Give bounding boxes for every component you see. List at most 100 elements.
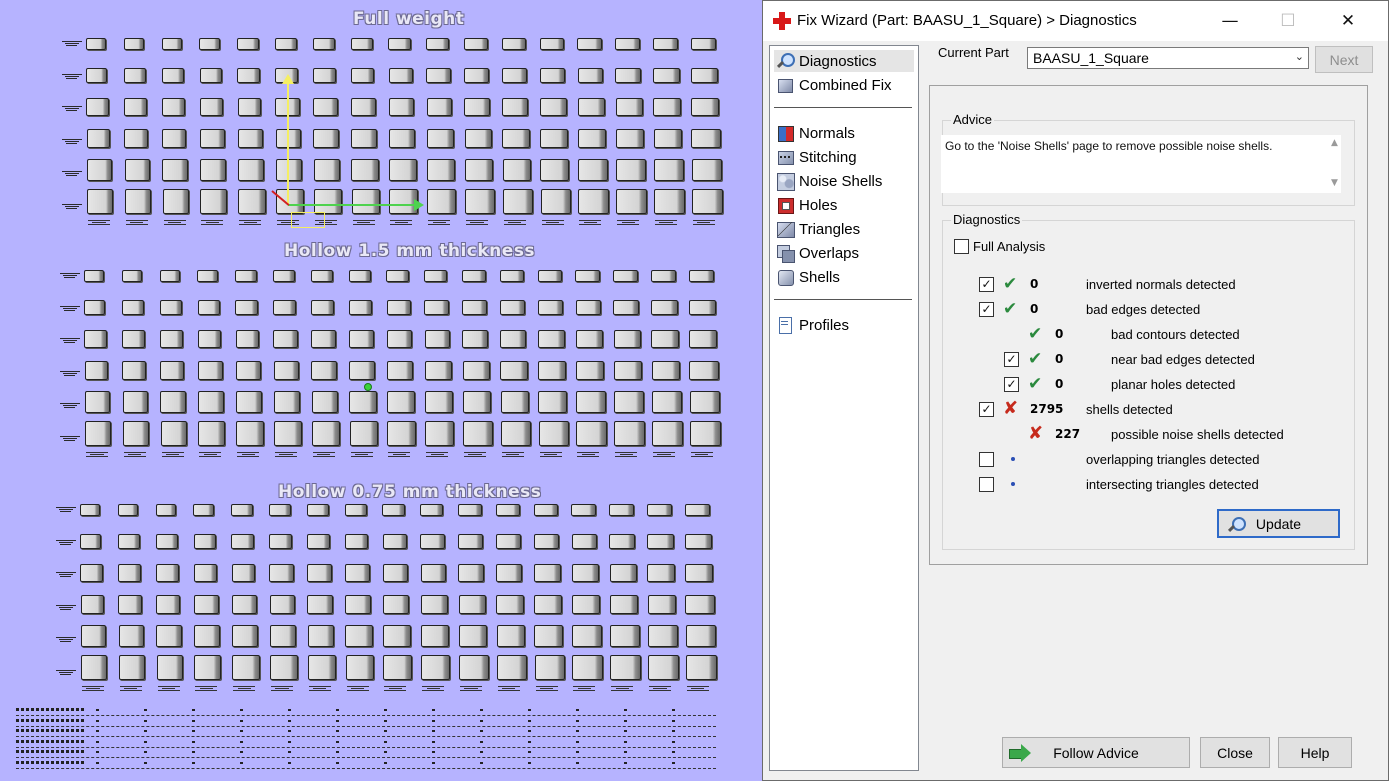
cube-part[interactable] [420,534,445,549]
cube-part[interactable] [653,98,682,116]
cube-part[interactable] [462,330,489,348]
cube-part[interactable] [273,390,301,414]
cube-part[interactable] [539,38,564,50]
cube-part[interactable] [420,594,448,615]
cube-part[interactable] [162,98,186,116]
cube-part[interactable] [688,270,715,282]
cube-part[interactable] [311,300,335,315]
cube-part[interactable] [311,390,339,414]
cube-part[interactable] [237,68,260,83]
cube-part[interactable] [653,158,684,182]
cube-part[interactable] [540,98,567,116]
cube-part[interactable] [311,421,340,446]
cube-part[interactable] [349,330,374,348]
cube-part[interactable] [200,189,228,214]
cube-part[interactable] [232,655,260,680]
cube-part[interactable] [464,128,492,149]
cube-part[interactable] [610,624,640,648]
cube-part[interactable] [500,421,531,446]
cube-part[interactable] [462,360,490,381]
cube-part[interactable] [155,504,177,516]
scroll-up-icon[interactable]: ▲ [1331,138,1338,148]
cube-part[interactable] [500,360,528,381]
cube-part[interactable] [311,330,336,348]
cube-part[interactable] [685,624,716,648]
cube-part[interactable] [577,38,602,50]
title-bar[interactable]: Fix Wizard (Part: BAASU_1_Square) > Diag… [763,1,1388,41]
cube-part[interactable] [160,330,184,348]
cube-part[interactable] [307,594,334,615]
cube-part[interactable] [199,98,224,116]
cube-part[interactable] [691,68,718,83]
cube-part[interactable] [652,421,684,446]
cube-part[interactable] [86,98,109,116]
cube-part[interactable] [615,68,642,83]
cube-part[interactable] [307,534,331,549]
cube-part[interactable] [464,98,491,116]
cube-part[interactable] [124,68,146,83]
cube-part[interactable] [651,360,681,381]
cube-part[interactable] [274,421,302,446]
cube-part[interactable] [349,360,376,381]
cube-part[interactable] [235,330,260,348]
cube-part[interactable] [575,330,603,348]
cube-part[interactable] [118,534,140,549]
cube-part[interactable] [689,330,718,348]
cube-part[interactable] [87,189,113,214]
cube-part[interactable] [502,189,533,214]
cube-part[interactable] [80,504,100,516]
cube-part[interactable] [421,624,449,648]
cube-part[interactable] [80,564,103,582]
cube-part[interactable] [496,655,527,680]
cube-part[interactable] [647,504,673,516]
cube-part[interactable] [691,158,722,182]
cube-part[interactable] [609,564,637,582]
cube-part[interactable] [80,594,105,615]
pivot-point[interactable] [364,383,372,391]
close-button[interactable]: Close [1200,737,1270,768]
cube-part[interactable] [162,158,188,182]
cube-part[interactable] [345,594,372,615]
full-analysis-checkbox[interactable] [954,239,969,254]
cube-part[interactable] [124,158,150,182]
cube-part[interactable] [345,564,370,582]
cube-part[interactable] [571,504,596,516]
cube-part[interactable] [615,128,645,149]
cube-part[interactable] [578,189,609,214]
cube-part[interactable] [383,624,411,648]
cube-part[interactable] [648,655,680,680]
cube-part[interactable] [609,504,635,516]
cube-part[interactable] [571,564,599,582]
cube-part[interactable] [534,624,564,648]
cube-part[interactable] [691,128,721,149]
diagnostic-checkbox[interactable] [979,452,994,467]
cube-part[interactable] [344,534,369,549]
cube-part[interactable] [382,564,408,582]
diagnostic-checkbox[interactable]: ✓ [1004,352,1019,367]
cube-part[interactable] [534,655,565,680]
cube-part[interactable] [198,421,226,446]
cube-part[interactable] [424,330,451,348]
cube-part[interactable] [653,68,680,83]
cube-part[interactable] [387,390,415,414]
cube-part[interactable] [502,98,529,116]
cube-part[interactable] [496,594,524,615]
cube-part[interactable] [121,270,143,282]
cube-part[interactable] [496,624,526,648]
cube-part[interactable] [689,300,716,315]
cube-part[interactable] [84,360,109,381]
cube-part[interactable] [269,624,297,648]
cube-part[interactable] [122,421,150,446]
cube-part[interactable] [540,128,568,149]
cube-part[interactable] [348,300,373,315]
nav-item-combined-fix[interactable]: Combined Fix [774,74,914,96]
cube-part[interactable] [500,330,527,348]
cube-part[interactable] [86,158,112,182]
cube-part[interactable] [86,68,108,83]
cube-part[interactable] [685,564,714,582]
cube-part[interactable] [538,390,568,414]
cube-part[interactable] [578,158,608,182]
cube-part[interactable] [197,300,220,315]
nav-item-shells[interactable]: Shells [774,266,914,288]
cube-part[interactable] [118,564,141,582]
